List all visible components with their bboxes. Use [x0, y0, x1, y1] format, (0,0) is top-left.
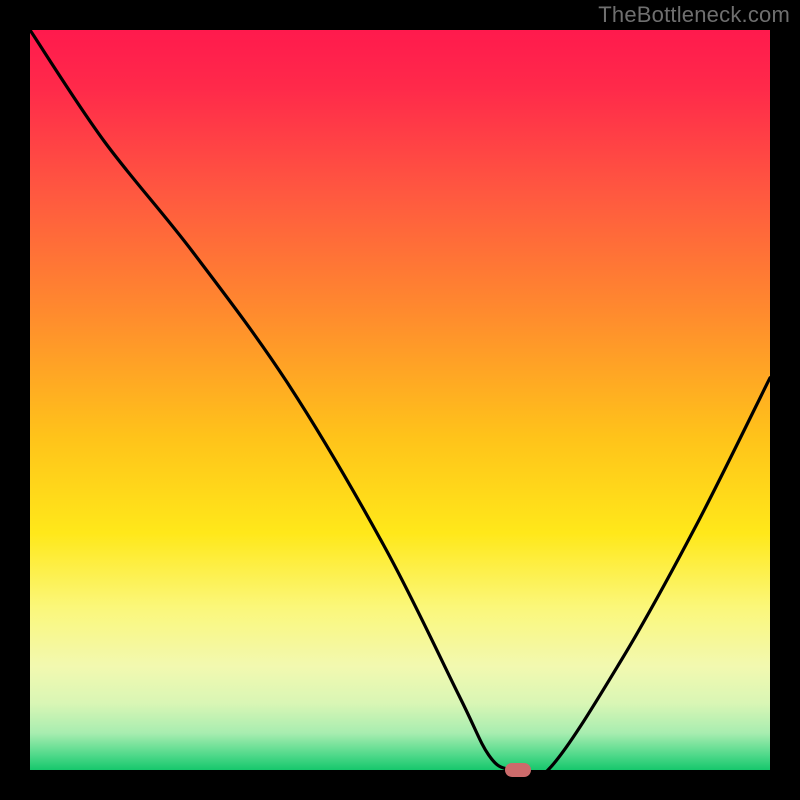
watermark-text: TheBottleneck.com [598, 2, 790, 28]
bottleneck-curve [30, 30, 770, 770]
optimal-point-marker [505, 763, 531, 777]
plot-area [30, 30, 770, 770]
chart-frame: TheBottleneck.com [0, 0, 800, 800]
